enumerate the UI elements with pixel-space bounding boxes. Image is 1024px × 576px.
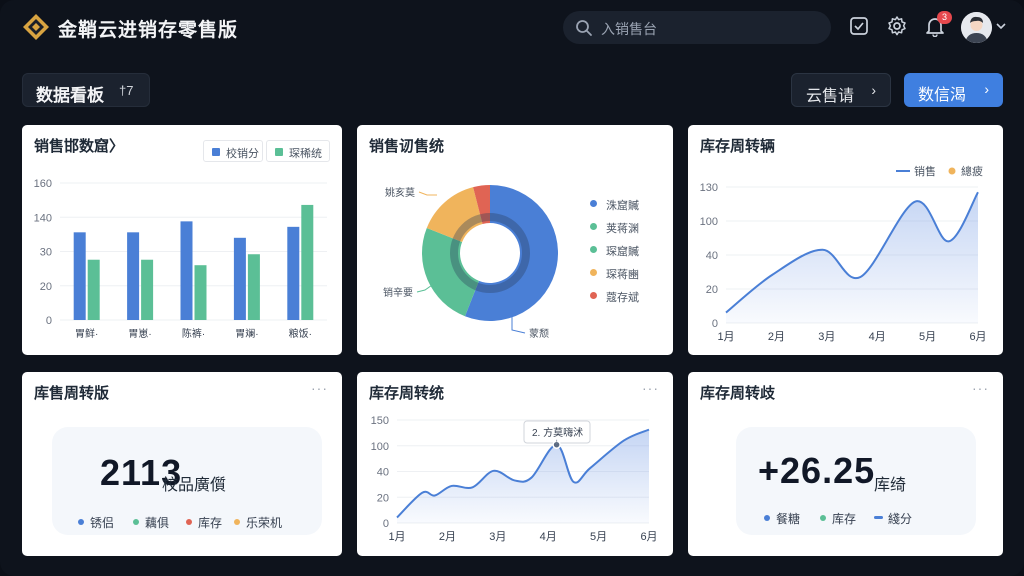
kpi-card-1: 库售周转版 ··· 2113 校品廣儨 锈侣 藕俱 库存 乐荣机: [22, 372, 342, 556]
avatar[interactable]: [961, 12, 992, 43]
donut-inner-ring: [450, 213, 530, 293]
x-tick-label: 1月: [717, 331, 734, 343]
x-tick-label: 3月: [818, 331, 835, 343]
tooltip-point: [552, 440, 561, 449]
y-tick-label: 160: [34, 178, 52, 190]
pie-callout-label: 销辛要: [383, 286, 413, 299]
pie-callout-line: [418, 191, 437, 196]
y-tick-label: 40: [377, 467, 389, 479]
area-fill: [726, 192, 978, 323]
kpi-value: +26.25: [758, 450, 876, 491]
legend-label: 總疲: [961, 164, 983, 178]
y-tick-label: 20: [40, 281, 52, 293]
y-tick-label: 130: [700, 182, 718, 194]
x-tick-label: 陈裤·: [182, 327, 205, 340]
kpi-card-2: 库存周转歧 ··· +26.25 库绮 餐糖 库存 綫分: [688, 372, 1003, 556]
primary-button[interactable]: 数信渴 ›: [904, 73, 1003, 107]
bar: [87, 259, 100, 320]
bar: [180, 221, 193, 320]
card-title: 库售周转版: [34, 385, 110, 402]
x-tick-label: 4月: [540, 531, 557, 543]
y-tick-label: 30: [40, 247, 52, 259]
x-tick-label: 5月: [590, 531, 607, 543]
x-tick-label: 2月: [768, 331, 785, 343]
task-icon[interactable]: [848, 15, 870, 37]
secondary-button[interactable]: 云售请 ›: [791, 73, 891, 107]
bar: [301, 204, 314, 320]
x-tick-label: 胃斓·: [235, 327, 258, 340]
app-title: 金鞘云进销存零售版: [58, 20, 239, 41]
x-tick-label: 2月: [439, 531, 456, 543]
logo-icon: [23, 14, 49, 40]
search-placeholder: 入销售台: [601, 21, 657, 37]
notification-badge: 3: [937, 11, 952, 24]
bar: [233, 237, 246, 320]
card-title: 库存周转歧: [700, 385, 776, 402]
area-fill: [397, 429, 649, 523]
x-tick-label: 粮饭·: [289, 327, 312, 340]
page-title: 数据看板: [36, 86, 104, 105]
area-chart-2: 2. 方莫嗨沭 0 20 40 100 150 1月 2月 3月 4月 5月 6月: [371, 415, 658, 543]
chevron-right-icon: ›: [871, 82, 876, 98]
x-tick-label: 胃崽·: [128, 328, 151, 340]
x-tick-label: 胃鲜·: [75, 327, 98, 340]
chevron-right-icon: ›: [984, 81, 989, 97]
x-tick-label: 6月: [640, 531, 657, 543]
y-tick-label: 100: [371, 441, 389, 453]
x-tick-label: 3月: [489, 531, 506, 543]
gear-icon[interactable]: [886, 15, 908, 37]
pie-callout-line: [511, 317, 526, 334]
app-window: 金鞘云进销存零售版 入销售台 3 数据看板 †7 云售请 › 数信渴 › 销售邯…: [0, 0, 1024, 576]
y-tick-label: 140: [34, 212, 52, 224]
y-tick-label: 0: [46, 315, 52, 327]
dashboard-title: 数据看板 †7: [22, 73, 150, 107]
search-icon: [576, 20, 592, 36]
bar: [247, 254, 260, 320]
tooltip-text: 2. 方莫嗨沭: [532, 426, 583, 439]
bar: [141, 259, 154, 320]
pie-callout-label: 蒙颓: [529, 327, 549, 340]
stock-line-card: 库存周转辆 销售 總疲 0 20 40 100 130 1月 2月 3月 4月 5月 6月: [688, 125, 1003, 355]
chevron-down-icon[interactable]: [996, 22, 1006, 30]
area-chart: 销售 總疲 0 20 40 100 130 1月 2月 3月 4月 5月 6月: [700, 164, 987, 343]
bar: [287, 226, 300, 320]
sales-bar-card: 销售邯数窟〉 校销分 琛稀统 0 20 30 140 160 胃鲜· 胃崽· 陈裤· 胃斓· 粮饭…: [22, 125, 342, 355]
kpi-unit: 校品廣儨: [162, 477, 227, 494]
kpi-unit: 库绮: [874, 477, 907, 494]
more-icon[interactable]: ···: [972, 380, 989, 396]
x-tick-label: 4月: [869, 331, 886, 343]
donut-chart: 姚亥莫 销辛要 蒙颓: [383, 185, 558, 340]
sales-pie-card: 销售讱售统 姚亥莫 销辛要 蒙颓 洙窟贓 荚蒋渊 琛窟贓 琛蒋豳 蔻存斌: [357, 125, 673, 355]
y-tick-label: 40: [706, 250, 718, 262]
y-tick-label: 0: [383, 518, 389, 530]
top-header: 金鞘云进销存零售版 入销售台 3: [0, 0, 1024, 56]
y-tick-label: 20: [706, 284, 718, 296]
board-count: †7: [119, 83, 134, 98]
stock-line-card-2: 库存周转统 ··· 2. 方莫嗨沭 0 20 40 100 150 1月 2月 3月 4月 5月 6…: [357, 372, 673, 556]
pie-callout-label: 姚亥莫: [385, 186, 415, 199]
y-tick-label: 0: [712, 318, 718, 330]
bar-chart: 0 20 30 140 160 胃鲜· 胃崽· 陈裤· 胃斓· 粮饭·: [34, 178, 327, 340]
y-tick-label: 150: [371, 415, 389, 427]
legend-label: 销售: [914, 164, 936, 178]
x-tick-label: 1月: [388, 531, 405, 543]
bar: [194, 265, 207, 320]
x-tick-label: 5月: [919, 331, 936, 343]
search-input[interactable]: 入销售台: [563, 11, 831, 44]
legend-dot: [948, 167, 956, 175]
user-avatar-icon: [961, 12, 992, 43]
bar: [73, 232, 86, 320]
more-icon[interactable]: ···: [311, 380, 328, 396]
y-tick-label: 100: [700, 216, 718, 228]
x-tick-label: 6月: [969, 331, 986, 343]
bar: [127, 232, 140, 320]
y-tick-label: 20: [377, 492, 389, 504]
